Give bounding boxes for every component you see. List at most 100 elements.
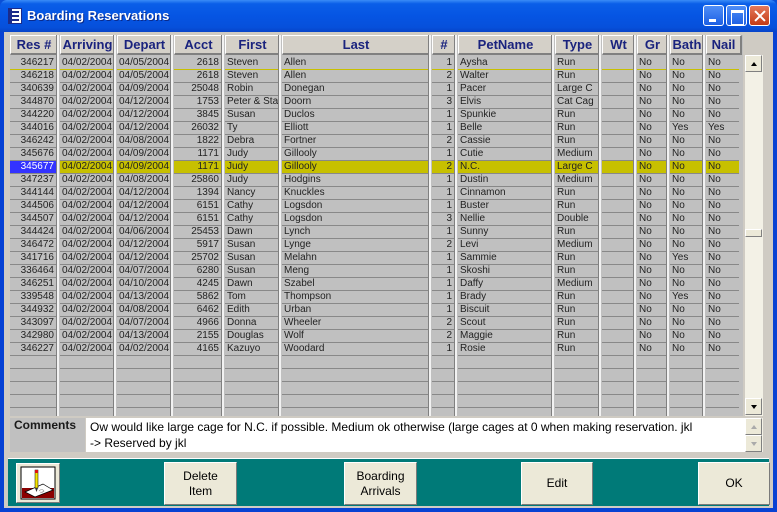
column-divider[interactable]: [221, 35, 224, 416]
cell-groom[interactable]: No: [637, 174, 666, 187]
cell-type[interactable]: [555, 382, 598, 395]
scroll-up-button[interactable]: [745, 55, 762, 72]
column-divider[interactable]: [56, 35, 59, 416]
cell-res-num[interactable]: 344424: [10, 226, 56, 239]
cell-acct[interactable]: 25702: [174, 252, 221, 265]
cell-pet-name[interactable]: Belle: [458, 122, 551, 135]
cell-pet-count[interactable]: 1: [432, 57, 454, 70]
column-divider[interactable]: [454, 35, 457, 416]
cell-bath[interactable]: [670, 356, 702, 369]
cell-bath[interactable]: Yes: [670, 291, 702, 304]
cell-weight[interactable]: [602, 252, 633, 265]
cell-res-num[interactable]: 344506: [10, 200, 56, 213]
cell-pet-name[interactable]: Cutie: [458, 148, 551, 161]
cell-depart[interactable]: 04/12/2004: [117, 200, 170, 213]
cell-depart[interactable]: 04/09/2004: [117, 161, 170, 174]
cell-first[interactable]: Steven: [225, 70, 278, 83]
cell-last[interactable]: Melahn: [282, 252, 428, 265]
cell-res-num[interactable]: 346218: [10, 70, 56, 83]
column-header-bath[interactable]: Bath: [670, 35, 705, 55]
cell-res-num[interactable]: 343097: [10, 317, 56, 330]
cell-pet-count[interactable]: 2: [432, 239, 454, 252]
cell-weight[interactable]: [602, 57, 633, 70]
cell-bath[interactable]: No: [670, 70, 702, 83]
cell-acct[interactable]: 1822: [174, 135, 221, 148]
cell-type[interactable]: Run: [555, 70, 598, 83]
cell-arriving[interactable]: [60, 356, 113, 369]
cell-first[interactable]: Susan: [225, 239, 278, 252]
cell-pet-count[interactable]: 2: [432, 317, 454, 330]
cell-nail[interactable]: No: [706, 135, 739, 148]
cell-type[interactable]: Run: [555, 200, 598, 213]
cell-groom[interactable]: No: [637, 70, 666, 83]
cell-first[interactable]: Nancy: [225, 187, 278, 200]
column-divider[interactable]: [598, 35, 601, 416]
cell-weight[interactable]: [602, 70, 633, 83]
cell-groom[interactable]: No: [637, 148, 666, 161]
cell-first[interactable]: Cathy: [225, 200, 278, 213]
cell-acct[interactable]: 4165: [174, 343, 221, 356]
cell-bath[interactable]: No: [670, 265, 702, 278]
cell-pet-name[interactable]: Nellie: [458, 213, 551, 226]
maximize-button[interactable]: [726, 5, 747, 26]
cell-bath[interactable]: No: [670, 187, 702, 200]
cell-bath[interactable]: No: [670, 148, 702, 161]
cell-acct[interactable]: 5917: [174, 239, 221, 252]
cell-acct[interactable]: 1171: [174, 148, 221, 161]
cell-arriving[interactable]: 04/02/2004: [60, 291, 113, 304]
cell-nail[interactable]: No: [706, 109, 739, 122]
cell-nail[interactable]: No: [706, 317, 739, 330]
cell-res-num[interactable]: 344144: [10, 187, 56, 200]
cell-arriving[interactable]: 04/02/2004: [60, 96, 113, 109]
cell-first[interactable]: Steven: [225, 57, 278, 70]
cell-weight[interactable]: [602, 369, 633, 382]
cell-weight[interactable]: [602, 382, 633, 395]
cell-nail[interactable]: No: [706, 200, 739, 213]
cell-depart[interactable]: 04/12/2004: [117, 187, 170, 200]
cell-groom[interactable]: No: [637, 343, 666, 356]
cell-res-num[interactable]: 336464: [10, 265, 56, 278]
boarding-arrivals-button[interactable]: Boarding Arrivals: [344, 462, 417, 505]
cell-groom[interactable]: No: [637, 122, 666, 135]
cell-groom[interactable]: No: [637, 304, 666, 317]
cell-last[interactable]: [282, 356, 428, 369]
cell-last[interactable]: Wolf: [282, 330, 428, 343]
cell-groom[interactable]: No: [637, 330, 666, 343]
cell-res-num[interactable]: 346251: [10, 278, 56, 291]
cell-nail[interactable]: No: [706, 161, 739, 174]
column-divider[interactable]: [702, 35, 705, 416]
cell-pet-count[interactable]: 1: [432, 187, 454, 200]
cell-pet-count[interactable]: [432, 356, 454, 369]
cell-res-num[interactable]: [10, 382, 56, 395]
cell-nail[interactable]: No: [706, 70, 739, 83]
cell-nail[interactable]: No: [706, 96, 739, 109]
cell-type[interactable]: Cat Cag: [555, 96, 598, 109]
cell-weight[interactable]: [602, 109, 633, 122]
cell-first[interactable]: Kazuyo: [225, 343, 278, 356]
cell-nail[interactable]: No: [706, 148, 739, 161]
cell-first[interactable]: Donna: [225, 317, 278, 330]
cell-bath[interactable]: No: [670, 96, 702, 109]
cell-pet-name[interactable]: Elvis: [458, 96, 551, 109]
cell-depart[interactable]: 04/07/2004: [117, 265, 170, 278]
cell-arriving[interactable]: 04/02/2004: [60, 83, 113, 96]
cell-arriving[interactable]: [60, 395, 113, 408]
cell-bath[interactable]: No: [670, 83, 702, 96]
cell-type[interactable]: Large C: [555, 83, 598, 96]
cell-nail[interactable]: No: [706, 343, 739, 356]
cell-first[interactable]: Susan: [225, 265, 278, 278]
cell-pet-count[interactable]: 1: [432, 291, 454, 304]
cell-weight[interactable]: [602, 161, 633, 174]
cell-pet-name[interactable]: [458, 356, 551, 369]
cell-arriving[interactable]: 04/02/2004: [60, 135, 113, 148]
cell-bath[interactable]: No: [670, 239, 702, 252]
cell-pet-name[interactable]: Scout: [458, 317, 551, 330]
cell-acct[interactable]: 26032: [174, 122, 221, 135]
cell-bath[interactable]: No: [670, 330, 702, 343]
cell-bath[interactable]: Yes: [670, 252, 702, 265]
cell-arriving[interactable]: 04/02/2004: [60, 57, 113, 70]
cell-res-num[interactable]: 341716: [10, 252, 56, 265]
cell-groom[interactable]: No: [637, 135, 666, 148]
cell-res-num[interactable]: 346227: [10, 343, 56, 356]
cell-type[interactable]: Run: [555, 57, 598, 70]
